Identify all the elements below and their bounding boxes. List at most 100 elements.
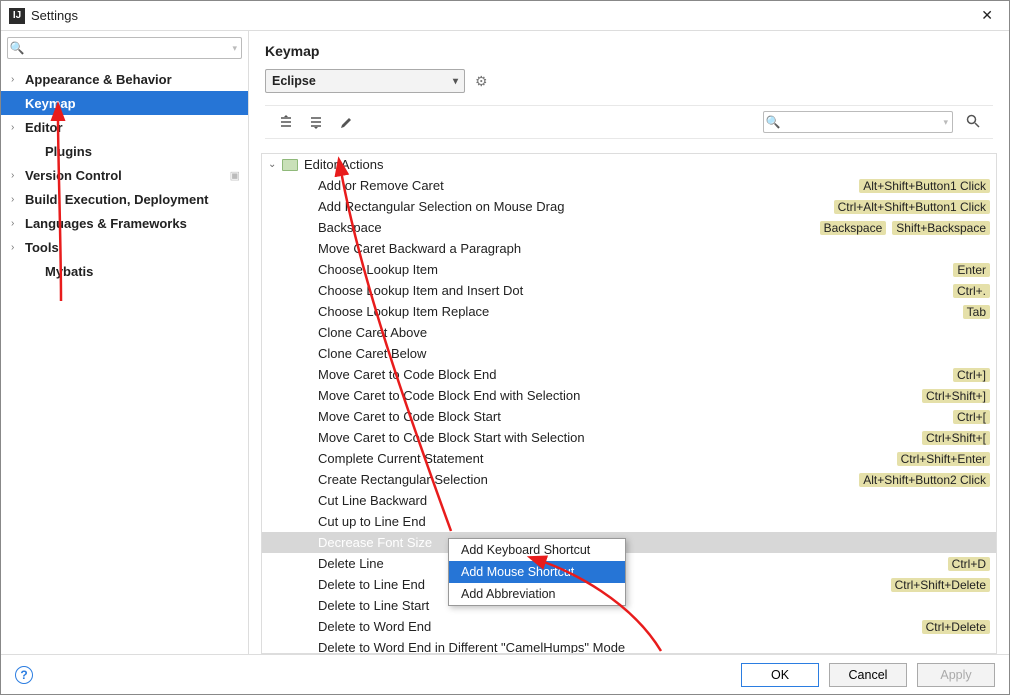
action-row[interactable]: Choose Lookup Item and Insert DotCtrl+. xyxy=(262,280,996,301)
collapse-all-icon[interactable] xyxy=(307,113,325,131)
titlebar: IJ Settings ✕ xyxy=(1,1,1009,31)
action-name: Move Caret to Code Block Start xyxy=(318,409,953,424)
shortcut-badge: Ctrl+[ xyxy=(953,410,990,424)
action-row[interactable]: Move Caret to Code Block End with Select… xyxy=(262,385,996,406)
action-row[interactable]: Delete to Word End in Different "CamelHu… xyxy=(262,637,996,654)
help-icon[interactable]: ? xyxy=(15,666,33,684)
sidebar-item-label: Keymap xyxy=(25,96,76,111)
action-row[interactable]: Clone Caret Above xyxy=(262,322,996,343)
app-icon: IJ xyxy=(9,8,25,24)
sidebar-item-mybatis[interactable]: Mybatis xyxy=(1,259,248,283)
chevron-down-icon: ▾ xyxy=(453,76,458,87)
sidebar-search-box[interactable]: 🔍 ▾ xyxy=(7,37,242,59)
sidebar: 🔍 ▾ ›Appearance & Behavior Keymap ›EditorP… xyxy=(1,31,249,654)
edit-icon[interactable] xyxy=(337,113,355,131)
action-name: Move Caret to Code Block End with Select… xyxy=(318,388,922,403)
context-menu-item[interactable]: Add Keyboard Shortcut xyxy=(449,539,625,561)
sidebar-item-version-control[interactable]: ›Version Control▣ xyxy=(1,163,248,187)
action-name: Cut up to Line End xyxy=(318,514,990,529)
chevron-right-icon: › xyxy=(11,170,23,181)
shortcut-badge: Ctrl+Alt+Shift+Button1 Click xyxy=(834,200,990,214)
action-shortcuts: Alt+Shift+Button2 Click xyxy=(859,473,990,487)
action-shortcuts: Enter xyxy=(953,263,990,277)
window-title: Settings xyxy=(31,8,78,23)
action-name: Clone Caret Below xyxy=(318,346,990,361)
context-menu-item[interactable]: Add Mouse Shortcut xyxy=(449,561,625,583)
action-row[interactable]: Choose Lookup ItemEnter xyxy=(262,259,996,280)
action-row[interactable]: Move Caret Backward a Paragraph xyxy=(262,238,996,259)
actions-search-input[interactable] xyxy=(782,113,943,131)
action-name: Move Caret Backward a Paragraph xyxy=(318,241,990,256)
action-row[interactable]: Delete to Line Start xyxy=(262,595,996,616)
shortcut-badge: Shift+Backspace xyxy=(892,221,990,235)
group-label: Editor Actions xyxy=(304,157,384,172)
sidebar-item-keymap[interactable]: Keymap xyxy=(1,91,248,115)
close-icon[interactable]: ✕ xyxy=(973,3,1001,28)
actions-search-box[interactable]: 🔍 ▾ xyxy=(763,111,953,133)
action-row[interactable]: Create Rectangular SelectionAlt+Shift+Bu… xyxy=(262,469,996,490)
sidebar-item-label: Mybatis xyxy=(45,264,93,279)
action-name: Delete to Word End xyxy=(318,619,922,634)
keymap-scheme-select[interactable]: Eclipse ▾ xyxy=(265,69,465,93)
cancel-button[interactable]: Cancel xyxy=(829,663,907,687)
shortcut-badge: Ctrl+Shift+] xyxy=(922,389,990,403)
sidebar-item-label: Languages & Frameworks xyxy=(25,216,187,231)
action-row[interactable]: Move Caret to Code Block StartCtrl+[ xyxy=(262,406,996,427)
chevron-down-icon[interactable]: ▾ xyxy=(943,117,952,128)
expand-all-icon[interactable] xyxy=(277,113,295,131)
action-row[interactable]: Move Caret to Code Block Start with Sele… xyxy=(262,427,996,448)
action-name: Decrease Font Size xyxy=(318,535,990,550)
action-row[interactable]: Delete to Word EndCtrl+Delete xyxy=(262,616,996,637)
actions-tree[interactable]: ⌄Editor ActionsAdd or Remove CaretAlt+Sh… xyxy=(262,154,996,654)
action-shortcuts: Ctrl+] xyxy=(953,368,990,382)
dialog-footer: ? OK Cancel Apply xyxy=(1,654,1009,694)
sidebar-item-plugins[interactable]: Plugins xyxy=(1,139,248,163)
shortcut-badge: Backspace xyxy=(820,221,887,235)
main-header: Keymap Eclipse ▾ ⚙ xyxy=(249,31,1009,147)
find-by-shortcut-icon[interactable] xyxy=(965,113,981,132)
action-row[interactable]: Delete LineCtrl+D xyxy=(262,553,996,574)
sidebar-item-build-execution-deployment[interactable]: ›Build, Execution, Deployment xyxy=(1,187,248,211)
action-row[interactable]: Choose Lookup Item ReplaceTab xyxy=(262,301,996,322)
chevron-right-icon: › xyxy=(11,218,23,229)
sidebar-item-label: Tools xyxy=(25,240,59,255)
action-shortcuts: Tab xyxy=(963,305,990,319)
action-row[interactable]: Complete Current StatementCtrl+Shift+Ent… xyxy=(262,448,996,469)
apply-button[interactable]: Apply xyxy=(917,663,995,687)
action-row[interactable]: Cut Line Backward xyxy=(262,490,996,511)
shortcut-badge: Ctrl+] xyxy=(953,368,990,382)
sidebar-item-label: Version Control xyxy=(25,168,122,183)
settings-window: IJ Settings ✕ 🔍 ▾ ›Appearance & Behavior… xyxy=(0,0,1010,695)
sidebar-item-appearance-behavior[interactable]: ›Appearance & Behavior xyxy=(1,67,248,91)
sidebar-search: 🔍 ▾ xyxy=(1,31,248,63)
sidebar-item-tools[interactable]: ›Tools xyxy=(1,235,248,259)
action-name: Choose Lookup Item Replace xyxy=(318,304,963,319)
sidebar-search-input[interactable] xyxy=(26,39,232,57)
sidebar-item-languages-frameworks[interactable]: ›Languages & Frameworks xyxy=(1,211,248,235)
action-name: Move Caret to Code Block End xyxy=(318,367,953,382)
shortcut-badge: Alt+Shift+Button1 Click xyxy=(859,179,990,193)
action-row[interactable]: Delete to Line EndCtrl+Shift+Delete xyxy=(262,574,996,595)
shortcut-badge: Ctrl+Shift+Delete xyxy=(891,578,990,592)
action-shortcuts: Ctrl+Delete xyxy=(922,620,990,634)
action-row[interactable]: Add or Remove CaretAlt+Shift+Button1 Cli… xyxy=(262,175,996,196)
sidebar-item-editor[interactable]: ›Editor xyxy=(1,115,248,139)
context-menu-item[interactable]: Add Abbreviation xyxy=(449,583,625,605)
chevron-right-icon: › xyxy=(11,242,23,253)
action-row[interactable]: Cut up to Line End xyxy=(262,511,996,532)
shortcut-badge: Enter xyxy=(953,263,990,277)
action-group[interactable]: ⌄Editor Actions xyxy=(262,154,996,175)
action-shortcuts: Ctrl+Shift+Enter xyxy=(897,452,990,466)
action-row[interactable]: Move Caret to Code Block EndCtrl+] xyxy=(262,364,996,385)
sidebar-item-label: Build, Execution, Deployment xyxy=(25,192,208,207)
action-row[interactable]: Add Rectangular Selection on Mouse DragC… xyxy=(262,196,996,217)
action-shortcuts: Ctrl+Shift+Delete xyxy=(891,578,990,592)
chevron-down-icon[interactable]: ▾ xyxy=(232,43,241,54)
gear-icon[interactable]: ⚙ xyxy=(475,73,488,90)
action-row[interactable]: Decrease Font Size xyxy=(262,532,996,553)
action-row[interactable]: Clone Caret Below xyxy=(262,343,996,364)
action-shortcuts: Ctrl+Shift+[ xyxy=(922,431,990,445)
ok-button[interactable]: OK xyxy=(741,663,819,687)
action-name: Add or Remove Caret xyxy=(318,178,859,193)
action-row[interactable]: BackspaceBackspaceShift+Backspace xyxy=(262,217,996,238)
